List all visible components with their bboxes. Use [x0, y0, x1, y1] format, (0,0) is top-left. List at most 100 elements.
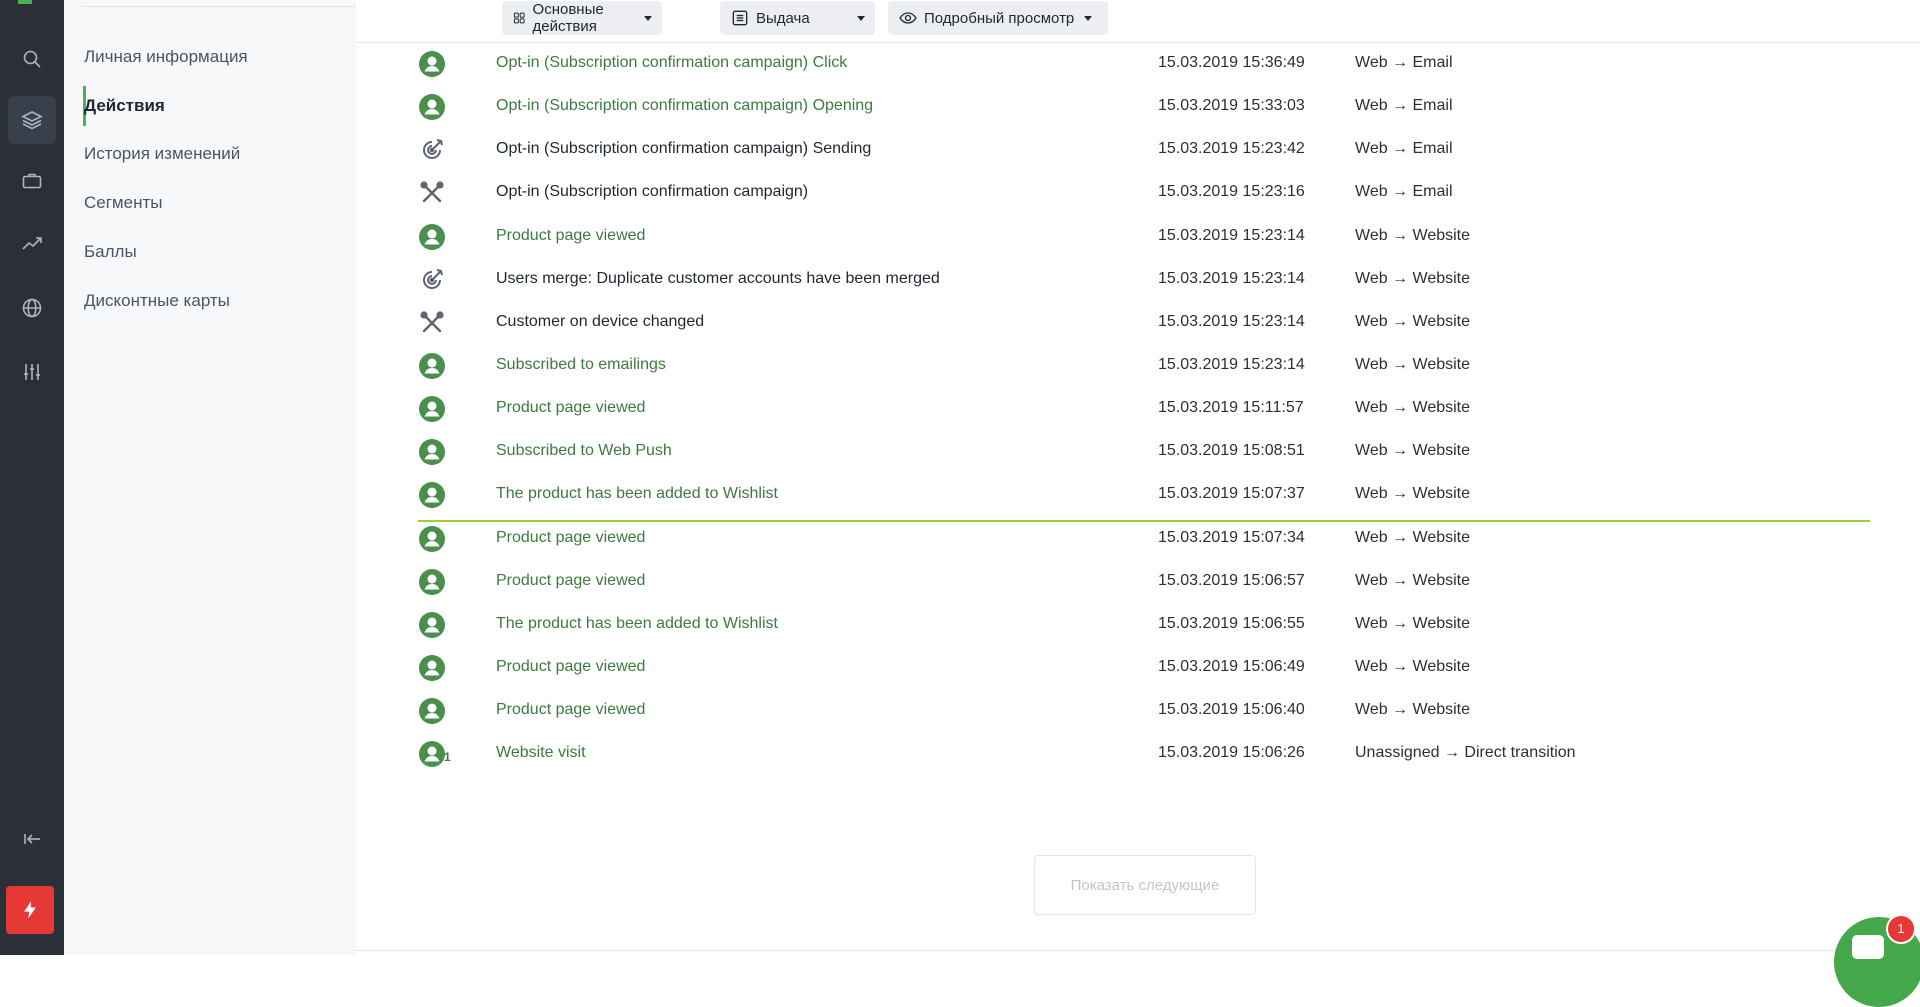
action-timestamp: 15.03.2019 15:06:26 — [1158, 744, 1305, 761]
action-channel: Web → Website — [1355, 701, 1471, 718]
nav-item-personal-info[interactable]: Личная информация — [84, 45, 248, 69]
action-link[interactable]: Product page viewed — [496, 658, 645, 676]
action-timestamp: 15.03.2019 15:23:14 — [1158, 313, 1305, 330]
action-timestamp: 15.03.2019 15:06:40 — [1158, 701, 1305, 718]
action-timestamp: 15.03.2019 15:23:14 — [1158, 356, 1305, 373]
action-timestamp: 15.03.2019 15:06:49 — [1158, 658, 1305, 675]
table-row: Product page viewed 15.03.2019 15:07:34 We… — [418, 517, 1870, 560]
table-row: Users merge: Duplicate customer accounts… — [418, 258, 1870, 301]
action-channel: Web → Email — [1355, 54, 1453, 71]
rail-collapse-button[interactable] — [8, 815, 56, 863]
user-icon — [418, 395, 448, 423]
bottom-divider — [356, 950, 1920, 951]
user-icon — [418, 352, 448, 380]
user-icon — [418, 438, 448, 466]
table-row: Subscribed to Web Push 15.03.2019 15:08:5… — [418, 430, 1870, 473]
chevron-down-icon — [1084, 15, 1093, 21]
rail-globe-button[interactable] — [8, 284, 56, 332]
user-icon — [418, 568, 448, 596]
trend-icon — [22, 237, 42, 250]
table-row: 1 Website visit 15.03.2019 15:06:26 Unassig… — [418, 732, 1870, 775]
main-actions-label: Основные действия — [532, 1, 604, 35]
action-link[interactable]: Product page viewed — [496, 572, 645, 590]
action-channel: Web → Website — [1355, 658, 1471, 675]
action-link[interactable]: Subscribed to Web Push — [496, 442, 672, 460]
output-dropdown[interactable]: Выдача — [720, 1, 875, 35]
detailed-view-dropdown[interactable]: Подробный просмотр — [888, 1, 1108, 35]
user-icon — [418, 611, 448, 639]
action-channel: Web → Website — [1355, 270, 1471, 287]
action-link[interactable]: Website visit — [496, 744, 586, 762]
action-timestamp: 15.03.2019 15:06:57 — [1158, 572, 1305, 589]
sliders-icon — [24, 364, 40, 380]
action-link[interactable]: Product page viewed — [496, 529, 645, 547]
nav-item-change-history[interactable]: История изменений — [84, 142, 240, 166]
visit-count-badge: 1 — [444, 750, 451, 764]
table-row: Product page viewed 15.03.2019 15:06:57 We… — [418, 560, 1870, 603]
action-timestamp: 15.03.2019 15:11:57 — [1158, 399, 1304, 416]
layers-icon — [21, 111, 43, 130]
rail-briefcase-button[interactable] — [8, 157, 56, 205]
action-channel: Web → Website — [1355, 615, 1471, 632]
user-icon — [418, 481, 448, 509]
table-row: Subscribed to emailings 15.03.2019 15:23:… — [418, 344, 1870, 387]
search-icon — [23, 50, 41, 68]
table-row: Product page viewed 15.03.2019 15:06:49 We… — [418, 646, 1870, 689]
table-row: Product page viewed 15.03.2019 15:11:57 We… — [418, 387, 1870, 430]
table-row: Customer on device changed 15.03.2019 15:… — [418, 301, 1870, 344]
nav-item-segments[interactable]: Сегменты — [84, 191, 162, 215]
action-link[interactable]: Subscribed to emailings — [496, 356, 666, 374]
action-link[interactable]: Product page viewed — [496, 227, 645, 245]
action-channel: Web → Website — [1355, 313, 1471, 330]
user-icon — [418, 525, 448, 553]
action-channel: Web → Email — [1355, 97, 1453, 114]
target-icon — [418, 136, 448, 164]
nav-item-discount-cards[interactable]: Дисконтные карты — [84, 289, 230, 313]
action-link[interactable]: Product page viewed — [496, 399, 645, 417]
briefcase-icon — [22, 173, 42, 189]
quick-action-button[interactable] — [6, 886, 54, 934]
rail-settings-button[interactable] — [8, 348, 56, 396]
show-more-button[interactable]: Показать следующие — [1034, 855, 1256, 915]
logo-mark — [18, 0, 32, 4]
rail-search-button[interactable] — [8, 35, 56, 83]
left-rail — [0, 0, 64, 955]
toolbar: Основные действия Выдача Подробный просм… — [356, 0, 1920, 43]
action-channel: Web → Email — [1355, 183, 1453, 200]
collapse-left-icon — [24, 834, 40, 844]
grid-icon — [513, 12, 525, 24]
output-label: Выдача — [756, 9, 810, 27]
action-link[interactable]: The product has been added to Wishlist — [496, 615, 778, 633]
chat-unread-badge: 1 — [1886, 914, 1916, 944]
user-icon — [418, 654, 448, 682]
rail-analytics-button[interactable] — [8, 220, 56, 268]
nav-item-actions[interactable]: Действия — [84, 94, 165, 118]
action-channel: Web → Website — [1355, 399, 1471, 416]
nav-item-points[interactable]: Баллы — [84, 240, 137, 264]
action-link[interactable]: Opt-in (Subscription confirmation campai… — [496, 97, 873, 115]
main-actions-dropdown[interactable]: Основные действия — [502, 1, 662, 35]
action-timestamp: 15.03.2019 15:23:14 — [1158, 227, 1305, 244]
action-timestamp: 15.03.2019 15:06:55 — [1158, 615, 1305, 632]
action-link[interactable]: The product has been added to Wishlist — [496, 485, 778, 503]
table-row: Opt-in (Subscription confirmation campai… — [418, 128, 1870, 171]
table-row: The product has been added to Wishlist 15… — [418, 473, 1870, 516]
list-icon — [732, 10, 748, 26]
action-link[interactable]: Product page viewed — [496, 701, 645, 719]
action-link[interactable]: Opt-in (Subscription confirmation campai… — [496, 54, 847, 72]
action-timestamp: 15.03.2019 15:08:51 — [1158, 442, 1305, 459]
action-name: Opt-in (Subscription confirmation campai… — [496, 183, 809, 200]
action-timestamp: 15.03.2019 15:07:34 — [1158, 529, 1305, 546]
user-icon — [418, 697, 448, 725]
table-row: Opt-in (Subscription confirmation campai… — [418, 85, 1870, 128]
action-name: Users merge: Duplicate customer accounts… — [496, 270, 940, 287]
action-channel: Web → Website — [1355, 485, 1471, 502]
section-nav: Личная информация Действия История измен… — [64, 0, 356, 955]
action-timestamp: 15.03.2019 15:23:42 — [1158, 140, 1305, 157]
rail-layers-button[interactable] — [8, 96, 56, 144]
action-channel: Web → Website — [1355, 227, 1471, 244]
tools-icon — [418, 309, 448, 337]
detailed-view-label: Подробный просмотр — [924, 9, 1075, 27]
chat-icon — [1852, 935, 1884, 959]
action-channel: Web → Website — [1355, 529, 1471, 546]
